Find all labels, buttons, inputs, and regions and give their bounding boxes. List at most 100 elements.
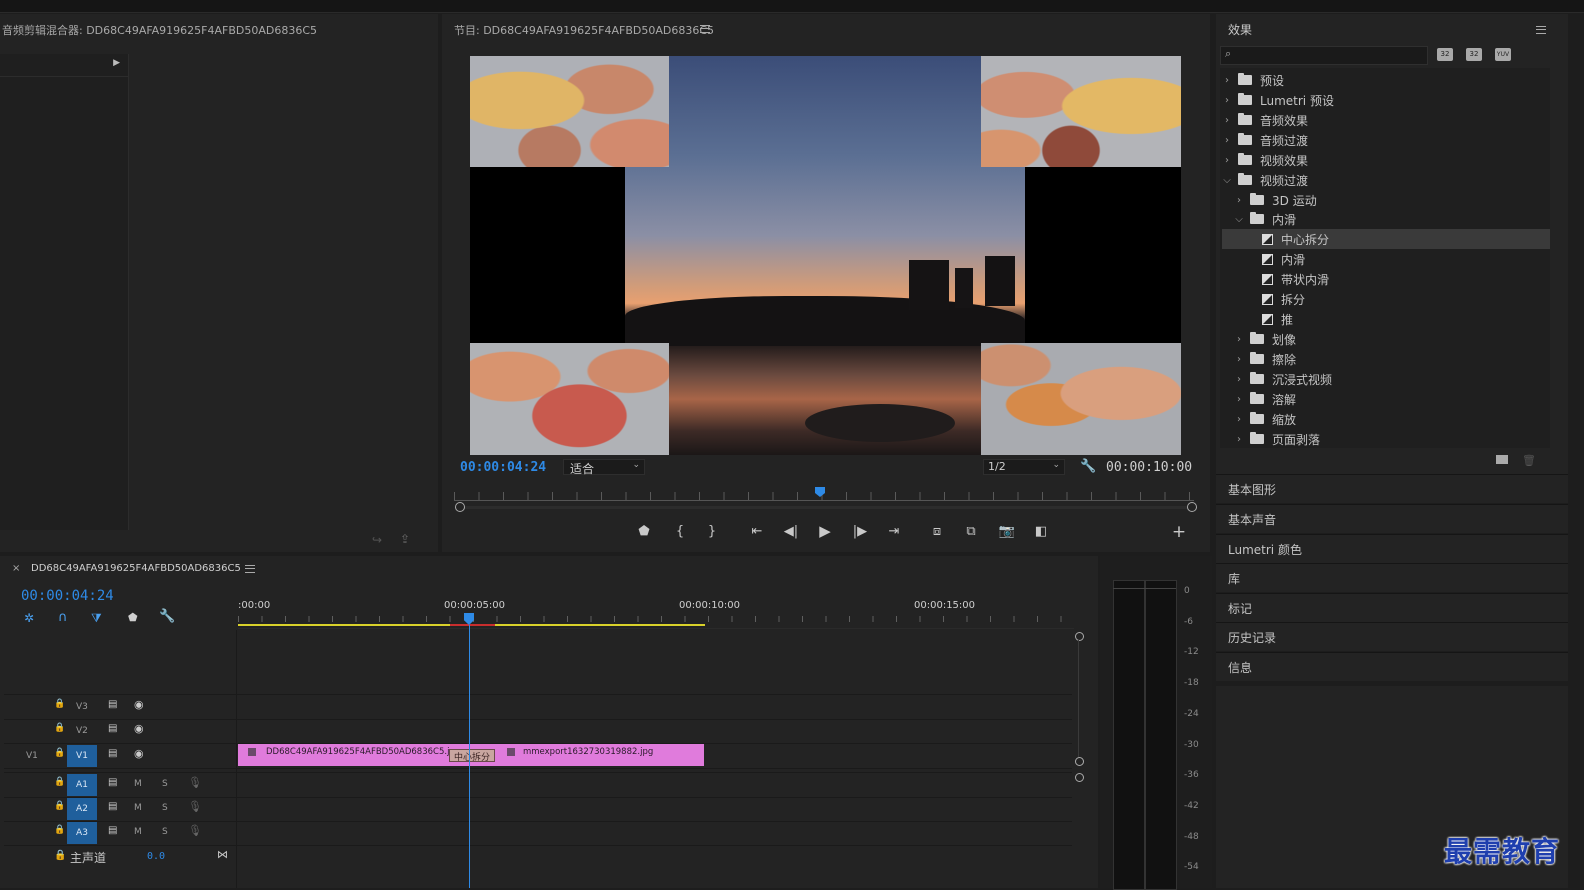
effects-tree-item[interactable]: › 音频效果 (1222, 110, 1550, 130)
timeline-ruler[interactable]: :00:00 00:00:05:00 00:00:10:00 00:00:15:… (238, 596, 1074, 629)
eye-icon[interactable]: ◉ (134, 747, 144, 760)
solo-button[interactable]: S (162, 827, 168, 837)
clip-2[interactable]: mmexport1632730319882.jpg (467, 744, 704, 766)
transition-center-split[interactable]: 中心拆分 (449, 749, 495, 763)
wrench-icon[interactable]: 🔧 (1080, 459, 1096, 474)
chevron-right-icon[interactable]: › (1234, 414, 1244, 425)
film-sync-icon[interactable]: ▤ (108, 777, 117, 788)
effects-tree-item[interactable]: ⌵ 内滑 (1222, 209, 1550, 229)
play-icon[interactable]: ▶ (815, 521, 835, 541)
effects-tree-item[interactable]: 内滑 (1222, 249, 1550, 269)
timeline-menu-icon[interactable] (245, 565, 255, 573)
lock-icon[interactable]: 🔒 (54, 699, 65, 709)
film-sync-icon[interactable]: ▤ (108, 699, 117, 710)
film-sync-icon[interactable]: ▤ (108, 748, 117, 759)
mixer-loop-icon[interactable]: ↪ (372, 533, 382, 547)
effects-tree-item[interactable]: › 划像 (1222, 329, 1550, 349)
chevron-right-icon[interactable]: › (1222, 115, 1232, 126)
go-to-end-icon[interactable]: ⋈ (217, 848, 228, 861)
track-target-badge[interactable]: A3 (67, 822, 97, 844)
mark-in-icon[interactable]: { (670, 521, 690, 541)
track-target-badge[interactable]: A2 (67, 798, 97, 820)
program-zoom-bar[interactable] (455, 502, 1197, 512)
lock-icon[interactable]: 🔒 (54, 723, 65, 733)
chevron-right-icon[interactable]: › (1234, 354, 1244, 365)
clip-1[interactable]: DD68C49AFA919625F4AFBD50AD6836C5.jp (238, 744, 467, 766)
chevron-right-icon[interactable]: › (1234, 195, 1244, 206)
mute-button[interactable]: M (134, 779, 142, 789)
effects-tree-item[interactable]: › 预设 (1222, 70, 1550, 90)
eye-icon[interactable]: ◉ (134, 698, 144, 711)
mute-button[interactable]: M (134, 803, 142, 813)
add-button-icon[interactable]: + (1169, 522, 1189, 542)
chevron-right-icon[interactable]: › (1234, 394, 1244, 405)
add-marker-icon[interactable]: ⬟ (128, 611, 138, 624)
effects-tree-item[interactable]: 带状内滑 (1222, 269, 1550, 289)
yuv-effects-icon[interactable]: YUV (1495, 48, 1511, 61)
chevron-right-icon[interactable]: › (1234, 374, 1244, 385)
effects-tree-item[interactable]: › 擦除 (1222, 349, 1550, 369)
program-menu-icon[interactable] (700, 25, 710, 33)
step-forward-icon[interactable]: |▶ (850, 521, 870, 541)
effects-tree-item[interactable]: ⌵ 视频过渡 (1222, 170, 1550, 190)
side-panel-tab[interactable]: 基本图形 (1216, 474, 1568, 503)
effects-tree-item[interactable]: 中心拆分 (1222, 229, 1550, 249)
step-back-icon[interactable]: ◀| (781, 521, 801, 541)
timeline-vscroll[interactable] (1075, 632, 1084, 888)
effects-search-input[interactable]: ⌕ (1220, 46, 1428, 65)
32bit-effects-icon[interactable]: 32 (1466, 48, 1482, 61)
effects-menu-icon[interactable] (1536, 26, 1546, 34)
master-track-value[interactable]: 0.0 (147, 851, 165, 862)
timeline-settings-wrench-icon[interactable]: 🔧 (159, 609, 175, 624)
timeline-current-time[interactable]: 00:00:04:24 (21, 588, 114, 604)
audio-mixer-list-header[interactable]: ▶ (0, 54, 128, 77)
track-target-badge[interactable]: A1 (67, 774, 97, 796)
mixer-export-icon[interactable]: ⇪ (400, 532, 410, 546)
microphone-icon[interactable]: 🎙 (188, 800, 202, 813)
mark-out-icon[interactable]: } (702, 521, 722, 541)
fit-dropdown[interactable]: 适合 ⌄ (563, 459, 645, 476)
side-panel-tab[interactable]: 库 (1216, 563, 1568, 592)
source-patch-label[interactable]: V1 (26, 751, 38, 761)
lock-icon[interactable]: 🔒 (54, 850, 66, 861)
lock-icon[interactable]: 🔒 (54, 777, 65, 787)
film-sync-icon[interactable]: ▤ (108, 801, 117, 812)
camera-icon[interactable]: 📷 (997, 521, 1017, 541)
track-name[interactable]: V3 (76, 702, 88, 712)
timeline-sequence-tab[interactable]: DD68C49AFA919625F4AFBD50AD6836C5 (31, 563, 241, 574)
side-panel-tab[interactable]: 历史记录 (1216, 622, 1568, 651)
microphone-icon[interactable]: 🎙 (188, 824, 202, 837)
side-panel-tab[interactable]: Lumetri 颜色 (1216, 534, 1568, 563)
lock-icon[interactable]: 🔒 (54, 801, 65, 811)
chevron-down-icon[interactable]: ⌵ (1222, 175, 1232, 186)
new-bin-icon[interactable] (1496, 455, 1508, 464)
accelerated-effects-icon[interactable]: 32 (1437, 48, 1453, 61)
film-sync-icon[interactable]: ▤ (108, 723, 117, 734)
snap-icon[interactable]: ∩ (58, 610, 68, 625)
chevron-right-icon[interactable]: › (1222, 75, 1232, 86)
effects-tree-item[interactable]: › 页面剥落 (1222, 429, 1550, 449)
side-panel-tab[interactable]: 标记 (1216, 593, 1568, 622)
lock-icon[interactable]: 🔒 (54, 748, 65, 758)
program-current-time[interactable]: 00:00:04:24 (460, 460, 546, 475)
compare-view-icon[interactable]: ◧ (1031, 521, 1051, 541)
chevron-right-icon[interactable]: › (1222, 95, 1232, 106)
track-name[interactable]: V2 (76, 726, 88, 736)
microphone-icon[interactable]: 🎙 (188, 776, 202, 789)
effects-tree-item[interactable]: › 3D 运动 (1222, 190, 1550, 210)
nest-icon[interactable]: ✲ (24, 611, 34, 625)
side-panel-tab[interactable]: 基本声音 (1216, 504, 1568, 533)
effects-tree-item[interactable]: › 沉浸式视频 (1222, 369, 1550, 389)
effects-tree-item[interactable]: 推 (1222, 309, 1550, 329)
solo-button[interactable]: S (162, 803, 168, 813)
trash-icon[interactable]: 🗑 (1522, 454, 1536, 467)
play-triangle-icon[interactable]: ▶ (113, 58, 120, 68)
effects-tree-item[interactable]: 拆分 (1222, 289, 1550, 309)
effects-tree-item[interactable]: › 缩放 (1222, 409, 1550, 429)
solo-button[interactable]: S (162, 779, 168, 789)
track-target-badge[interactable]: V1 (67, 745, 97, 767)
chevron-right-icon[interactable]: › (1222, 155, 1232, 166)
timeline-close-icon[interactable]: × (12, 563, 20, 574)
film-sync-icon[interactable]: ▤ (108, 825, 117, 836)
chevron-right-icon[interactable]: › (1234, 434, 1244, 445)
